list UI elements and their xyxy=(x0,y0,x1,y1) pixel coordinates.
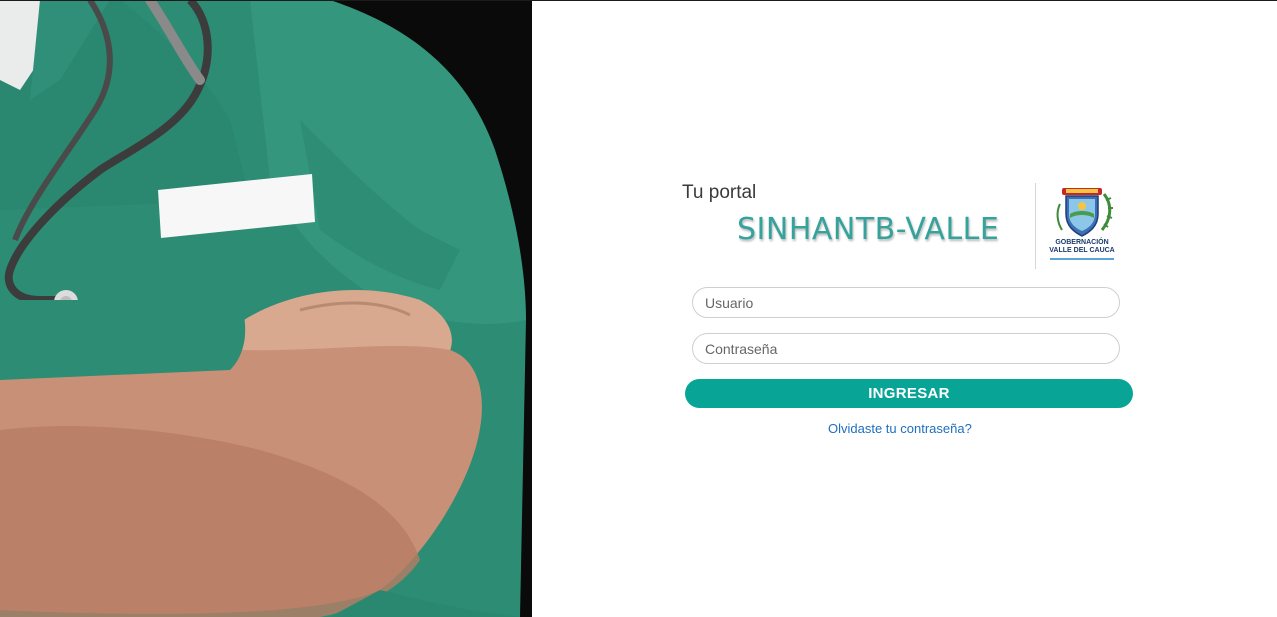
logo-line-2: VALLE DEL CAUCA xyxy=(1049,247,1115,254)
hero-image xyxy=(0,0,532,617)
doctor-illustration xyxy=(0,0,532,617)
logo-line-1: GOBERNACIÓN xyxy=(1055,239,1109,246)
tagline: Tu portal xyxy=(682,182,757,203)
logo-underline xyxy=(1050,258,1114,260)
username-input[interactable] xyxy=(692,287,1120,318)
forgot-password-link[interactable]: Olvidaste tu contraseña? xyxy=(828,421,972,436)
login-panel: Tu portal SINHANTB-VALLE GOBERNACIÓN VAL… xyxy=(532,0,1277,617)
header-divider xyxy=(1035,183,1036,269)
login-button[interactable]: INGRESAR xyxy=(685,379,1133,408)
logo-caption: GOBERNACIÓN VALLE DEL CAUCA xyxy=(1042,239,1122,255)
gobernacion-logo: GOBERNACIÓN VALLE DEL CAUCA xyxy=(1042,184,1122,264)
coat-of-arms-icon xyxy=(1056,188,1113,237)
password-input[interactable] xyxy=(692,333,1120,364)
top-border xyxy=(0,0,1277,1)
app-title: SINHANTB-VALLE xyxy=(737,212,1000,247)
